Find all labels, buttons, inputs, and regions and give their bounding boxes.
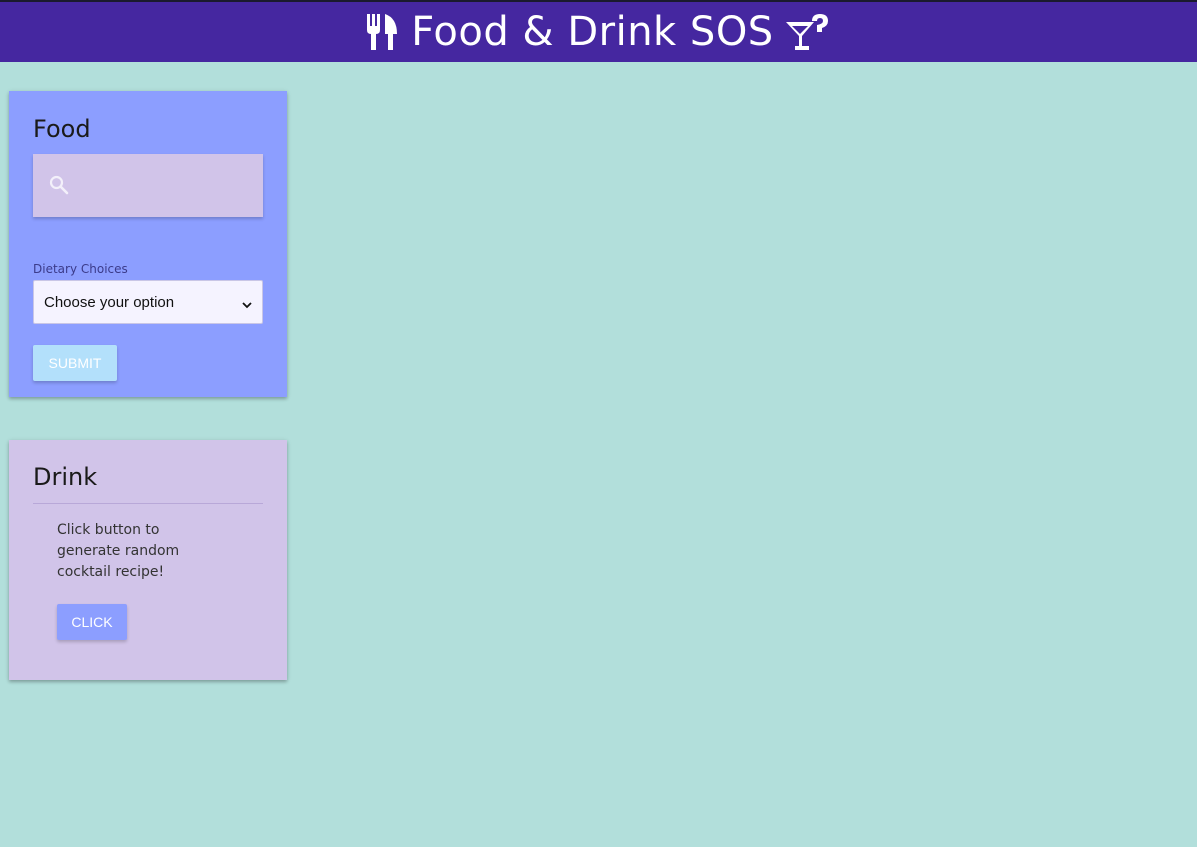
app-header: Food & Drink SOS (0, 2, 1197, 62)
cocktail-question-icon (784, 12, 832, 52)
dietary-choices-select[interactable]: Choose your option (33, 280, 263, 324)
chevron-down-icon (242, 297, 252, 309)
submit-button[interactable]: SUBMIT (33, 345, 117, 381)
drink-card: Drink Click button to generate random co… (9, 440, 287, 680)
drink-description: Click button to generate random cocktail… (57, 522, 180, 580)
drink-card-divider (33, 503, 263, 504)
food-search-box (33, 154, 263, 217)
food-card-title: Food (33, 115, 91, 143)
drink-card-title: Drink (33, 463, 98, 491)
food-search-input[interactable] (83, 168, 253, 204)
utensils-icon (365, 12, 401, 52)
random-cocktail-button[interactable]: CLICK (57, 604, 127, 640)
food-card: Food Dietary Choices Choose your option … (9, 91, 287, 397)
dietary-choices-selected: Choose your option (44, 293, 175, 311)
dietary-choices-label: Dietary Choices (33, 262, 128, 276)
search-icon (49, 175, 69, 199)
app-title: Food & Drink SOS (411, 9, 774, 55)
